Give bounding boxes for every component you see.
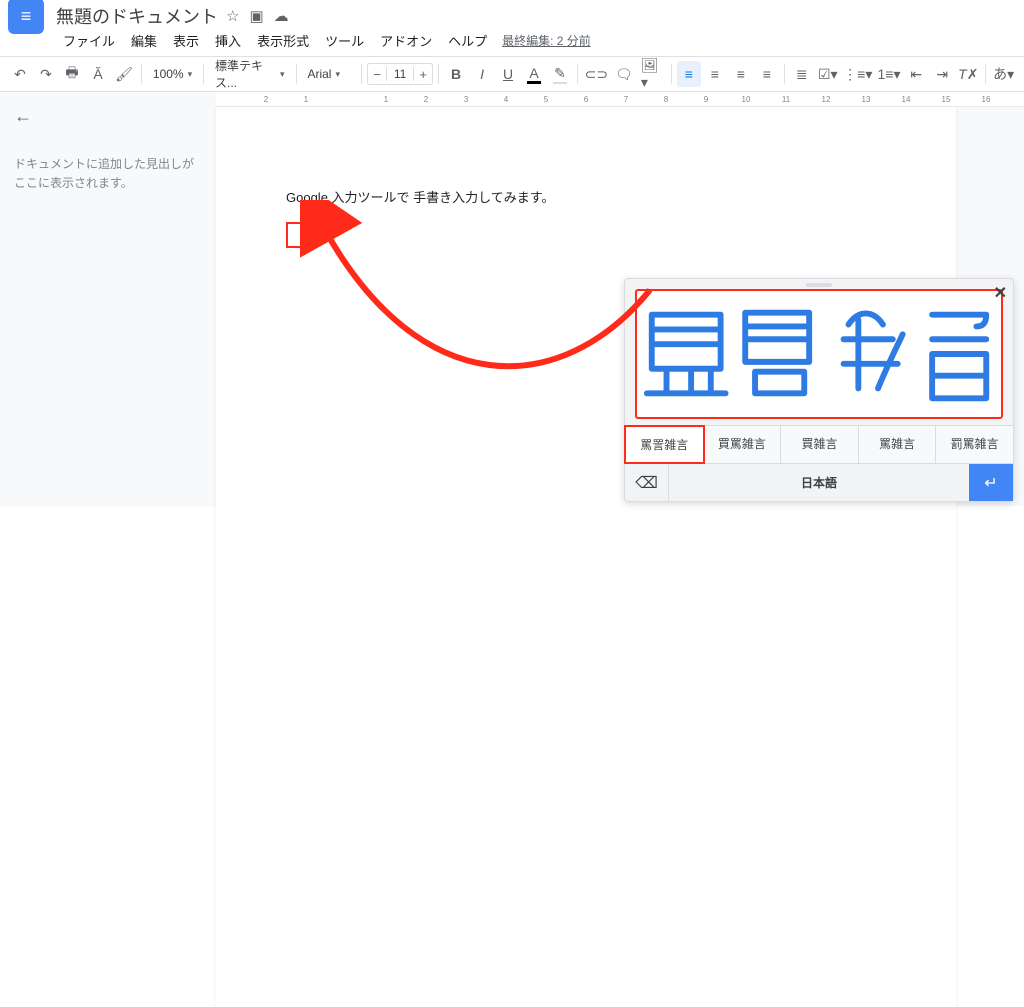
align-justify-button[interactable]: ≡ xyxy=(755,61,779,87)
ime-candidate-2[interactable]: 買雑言 xyxy=(781,426,859,463)
ime-candidate-1[interactable]: 買罵雑言 xyxy=(704,426,782,463)
menu-bar: ファイル 編集 表示 挿入 表示形式 ツール アドオン ヘルプ 最終編集: 2 … xyxy=(0,28,1024,52)
close-outline-icon[interactable]: ← xyxy=(14,106,32,127)
decrease-indent-button[interactable]: ⇤ xyxy=(904,61,928,87)
document-body-text[interactable]: Google 入力ツールで 手書き入力してみます。 xyxy=(286,187,886,206)
ime-candidate-list: 罵詈雑言 買罵雑言 買雑言 罵雑言 罰罵雑言 xyxy=(625,425,1013,463)
underline-button[interactable]: U xyxy=(496,61,520,87)
annotation-cursor-highlight xyxy=(286,222,308,248)
numbered-list-button[interactable]: 1≡▾ xyxy=(876,61,902,87)
cloud-status-icon[interactable]: ☁ xyxy=(274,7,289,25)
outline-sidebar: ← ドキュメントに追加した見出しがここに表示されます。 xyxy=(0,92,216,506)
ime-drag-handle[interactable] xyxy=(806,283,832,287)
ime-bottom-bar: ⌫ 日本語 ↵ xyxy=(625,463,1013,501)
font-size-stepper: − 11 + xyxy=(367,63,433,85)
ime-candidate-3[interactable]: 罵雑言 xyxy=(859,426,937,463)
star-icon[interactable]: ☆ xyxy=(226,7,239,25)
docs-logo-icon[interactable]: ≡ xyxy=(8,0,44,34)
font-family-select[interactable]: Arial xyxy=(301,67,356,81)
ime-candidate-0[interactable]: 罵詈雑言 xyxy=(624,425,705,464)
font-size-increase[interactable]: + xyxy=(414,67,432,82)
spellcheck-button[interactable]: Ă xyxy=(86,61,110,87)
ime-language-button[interactable]: 日本語 xyxy=(669,464,969,501)
paint-format-button[interactable]: 🖌 xyxy=(112,61,136,87)
highlight-color-button[interactable]: ✎ xyxy=(548,61,572,87)
menu-edit[interactable]: 編集 xyxy=(124,28,164,53)
bold-button[interactable]: B xyxy=(444,61,468,87)
ime-close-button[interactable]: ✕ xyxy=(994,283,1007,303)
input-tools-button[interactable]: あ▾ xyxy=(991,61,1016,87)
redo-button[interactable]: ↷ xyxy=(34,61,58,87)
align-left-button[interactable]: ≡ xyxy=(677,61,701,87)
handwriting-ime-panel[interactable]: ✕ 罵詈雑言 買罵雑言 買雑言 罵雑言 罰罵雑言 ⌫ 日本語 ↵ xyxy=(624,278,1014,502)
menu-addons[interactable]: アドオン xyxy=(373,28,439,53)
document-page[interactable]: Google 入力ツールで 手書き入力してみます。 xyxy=(216,107,956,1007)
increase-indent-button[interactable]: ⇥ xyxy=(930,61,954,87)
insert-link-button[interactable]: ⊂⊃ xyxy=(583,61,610,87)
menu-insert[interactable]: 挿入 xyxy=(208,28,248,53)
font-size-value[interactable]: 11 xyxy=(386,67,414,81)
print-button[interactable]: 🖶 xyxy=(60,61,84,87)
checklist-button[interactable]: ☑▾ xyxy=(816,61,840,87)
toolbar: ↶ ↷ 🖶 Ă 🖌 100% 標準テキス... Arial − 11 + B I… xyxy=(0,56,1024,92)
menu-format[interactable]: 表示形式 xyxy=(250,28,316,53)
handwriting-canvas[interactable] xyxy=(635,289,1003,419)
menu-help[interactable]: ヘルプ xyxy=(441,28,494,53)
font-size-decrease[interactable]: − xyxy=(368,67,386,82)
ime-backspace-button[interactable]: ⌫ xyxy=(625,464,669,501)
outline-placeholder-text: ドキュメントに追加した見出しがここに表示されます。 xyxy=(14,155,202,193)
zoom-select[interactable]: 100% xyxy=(147,67,198,81)
handwriting-strokes-icon xyxy=(637,291,1001,417)
ime-enter-button[interactable]: ↵ xyxy=(969,464,1013,501)
clear-format-button[interactable]: T✗ xyxy=(956,61,980,87)
menu-tools[interactable]: ツール xyxy=(318,28,371,53)
document-title[interactable]: 無題のドキュメント xyxy=(56,3,218,29)
line-spacing-button[interactable]: ≣ xyxy=(790,61,814,87)
menu-view[interactable]: 表示 xyxy=(166,28,206,53)
italic-button[interactable]: I xyxy=(470,61,494,87)
horizontal-ruler[interactable]: 2112345678910111213141516 xyxy=(216,92,1024,107)
align-center-button[interactable]: ≡ xyxy=(703,61,727,87)
last-edit-link[interactable]: 最終編集: 2 分前 xyxy=(502,32,591,49)
undo-button[interactable]: ↶ xyxy=(8,61,32,87)
align-right-button[interactable]: ≡ xyxy=(729,61,753,87)
text-color-button[interactable]: A xyxy=(522,61,546,87)
insert-image-button[interactable]: 🖼▾ xyxy=(638,61,666,87)
title-bar: ≡ 無題のドキュメント ☆ ▣ ☁ xyxy=(0,0,1024,28)
insert-comment-button[interactable]: 🗨 xyxy=(612,61,636,87)
move-icon[interactable]: ▣ xyxy=(249,7,263,25)
ime-candidate-4[interactable]: 罰罵雑言 xyxy=(936,426,1013,463)
paragraph-style-select[interactable]: 標準テキス... xyxy=(209,57,291,91)
bulleted-list-button[interactable]: ⋮≡▾ xyxy=(842,61,874,87)
menu-file[interactable]: ファイル xyxy=(56,28,122,53)
